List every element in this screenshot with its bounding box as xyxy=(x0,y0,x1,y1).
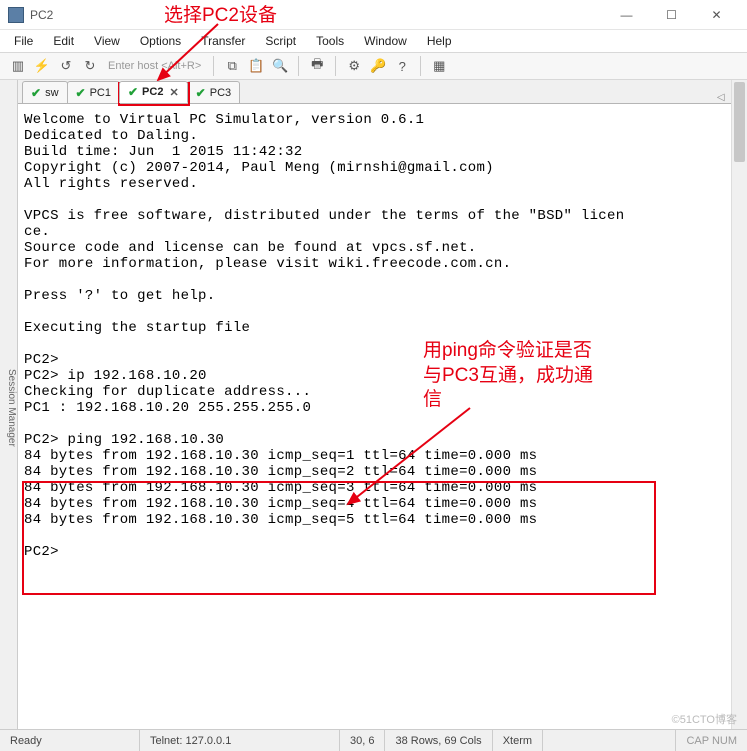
find-icon[interactable]: 🔍 xyxy=(270,56,290,76)
tab-close-icon[interactable]: ✕ xyxy=(169,86,178,99)
key-icon[interactable]: 🔑 xyxy=(368,56,388,76)
status-term: Xterm xyxy=(493,730,543,751)
menu-options[interactable]: Options xyxy=(132,32,189,50)
toolbar-sep-4 xyxy=(420,56,421,76)
status-ready: Ready xyxy=(0,730,140,751)
check-icon: ✔ xyxy=(128,85,138,99)
tab-label: PC3 xyxy=(210,87,231,99)
host-input[interactable]: Enter host <Alt+R> xyxy=(104,60,205,72)
minimize-button[interactable]: — xyxy=(604,1,649,29)
tab-pc1[interactable]: ✔ PC1 xyxy=(67,81,120,103)
terminal-output[interactable]: Welcome to Virtual PC Simulator, version… xyxy=(18,104,747,729)
main-area: ✔sw ✔PC1 ✔PC2✕ ✔PC3 ◁ ▷ Welcome to Virtu… xyxy=(18,80,747,729)
toolbar-sep-3 xyxy=(335,56,336,76)
quick-connect-icon[interactable]: ⚡ xyxy=(32,56,52,76)
copy-icon[interactable]: ⧉ xyxy=(222,56,242,76)
menu-transfer[interactable]: Transfer xyxy=(193,32,253,50)
tab-label: PC1 xyxy=(90,87,111,99)
status-cursor-pos: 30, 6 xyxy=(340,730,385,751)
toolbar: ▥ ⚡ ↺ ↻ Enter host <Alt+R> ⧉ 📋 🔍 🖶 ⚙ 🔑 ?… xyxy=(0,52,747,80)
check-icon: ✔ xyxy=(31,86,41,100)
menubar: File Edit View Options Transfer Script T… xyxy=(0,30,747,52)
app-icon xyxy=(8,7,24,23)
tab-label: PC2 xyxy=(142,86,163,98)
reconnect-icon[interactable]: ↺ xyxy=(56,56,76,76)
status-size: 38 Rows, 69 Cols xyxy=(385,730,492,751)
toolbar-sep-1 xyxy=(213,56,214,76)
check-icon: ✔ xyxy=(76,86,86,100)
tabbar: ✔sw ✔PC1 ✔PC2✕ ✔PC3 ◁ ▷ xyxy=(18,80,747,104)
menu-help[interactable]: Help xyxy=(419,32,460,50)
status-telnet: Telnet: 127.0.0.1 xyxy=(140,730,340,751)
options-icon[interactable]: ⚙ xyxy=(344,56,364,76)
paste-icon[interactable]: 📋 xyxy=(246,56,266,76)
tab-pc3[interactable]: ✔ PC3 xyxy=(187,81,240,103)
scrollbar-thumb[interactable] xyxy=(734,82,745,162)
tab-label: sw xyxy=(45,87,58,99)
vertical-scrollbar[interactable] xyxy=(731,80,747,729)
print-icon[interactable]: 🖶 xyxy=(307,56,327,76)
help-icon[interactable]: ? xyxy=(392,56,412,76)
status-spacer xyxy=(543,730,676,751)
status-caps: CAP NUM xyxy=(676,735,747,747)
watermark: ©51CTO博客 xyxy=(672,711,737,727)
tab-sw[interactable]: ✔ sw xyxy=(22,81,68,103)
menu-file[interactable]: File xyxy=(6,32,41,50)
statusbar: Ready Telnet: 127.0.0.1 30, 6 38 Rows, 6… xyxy=(0,729,747,751)
check-icon: ✔ xyxy=(196,86,206,100)
menu-tools[interactable]: Tools xyxy=(308,32,352,50)
tab-pc2[interactable]: ✔ PC2 ✕ xyxy=(119,81,188,103)
session-icon[interactable]: ▥ xyxy=(8,56,28,76)
window-title: PC2 xyxy=(30,8,604,22)
menu-edit[interactable]: Edit xyxy=(45,32,82,50)
close-window-button[interactable]: ✕ xyxy=(694,1,739,29)
menu-view[interactable]: View xyxy=(86,32,128,50)
sessions-icon[interactable]: ▦ xyxy=(429,56,449,76)
menu-script[interactable]: Script xyxy=(257,32,304,50)
disconnect-icon[interactable]: ↻ xyxy=(80,56,100,76)
content-row: Session Manager ✔sw ✔PC1 ✔PC2✕ ✔PC3 ◁ ▷ … xyxy=(0,80,747,729)
toolbar-sep-2 xyxy=(298,56,299,76)
maximize-button[interactable]: ☐ xyxy=(649,1,694,29)
session-manager-panel[interactable]: Session Manager xyxy=(0,80,18,729)
menu-window[interactable]: Window xyxy=(356,32,415,50)
titlebar: PC2 — ☐ ✕ xyxy=(0,0,747,30)
